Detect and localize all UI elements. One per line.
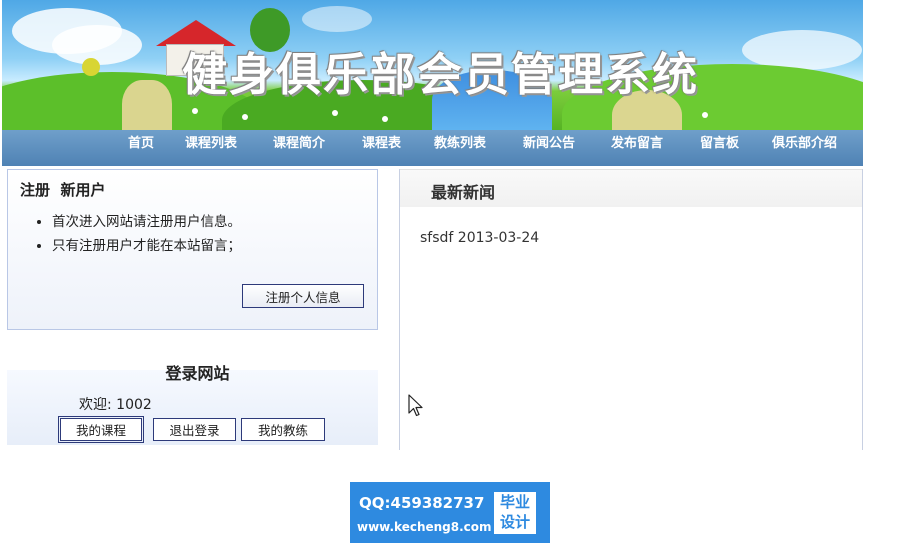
- login-panel: 登录网站 欢迎: 1002 我的课程 退出登录 我的教练: [7, 364, 378, 445]
- nav-item-home[interactable]: 首页: [128, 130, 154, 166]
- login-title: 登录网站: [165, 364, 230, 383]
- nav-item-coach-list[interactable]: 教练列表: [434, 130, 486, 166]
- nav-item-course-intro[interactable]: 课程简介: [273, 130, 325, 166]
- my-coach-button[interactable]: 我的教练: [241, 418, 325, 441]
- nav-item-post-message[interactable]: 发布留言: [611, 130, 663, 166]
- news-item[interactable]: sfsdf 2013-03-24: [420, 230, 539, 246]
- mouse-pointer-icon: [408, 394, 423, 417]
- welcome-text: 欢迎: 1002: [79, 397, 152, 413]
- flower-decoration: [702, 112, 708, 118]
- main-nav: 首页 课程列表 课程简介 课程表 教练列表 新闻公告 发布留言 留言板 俱乐部介…: [2, 130, 863, 166]
- news-title: 最新新闻: [431, 183, 496, 202]
- nav-item-message-board[interactable]: 留言板: [700, 130, 739, 166]
- my-courses-button[interactable]: 我的课程: [58, 416, 144, 443]
- nav-item-course-list[interactable]: 课程列表: [185, 130, 237, 166]
- watermark-banner: QQ:459382737 www.kecheng8.com 毕业 设计: [350, 482, 550, 543]
- news-panel: 最新新闻 sfsdf 2013-03-24: [399, 169, 863, 450]
- register-panel: 注册 新用户 首次进入网站请注册用户信息。 只有注册用户才能在本站留言； 注册个…: [7, 169, 378, 330]
- site-banner: 健身俱乐部会员管理系统: [2, 0, 863, 130]
- register-tip: 首次进入网站请注册用户信息。: [52, 210, 241, 234]
- nav-item-news[interactable]: 新闻公告: [523, 130, 575, 166]
- nav-item-schedule[interactable]: 课程表: [362, 130, 401, 166]
- logout-button[interactable]: 退出登录: [153, 418, 236, 441]
- register-tip: 只有注册用户才能在本站留言；: [52, 234, 241, 258]
- watermark-badge-line: 毕业: [499, 493, 530, 511]
- register-tips-list: 首次进入网站请注册用户信息。 只有注册用户才能在本站留言；: [34, 210, 241, 258]
- register-info-button[interactable]: 注册个人信息: [242, 284, 364, 308]
- path-decoration: [122, 80, 172, 130]
- watermark-site: www.kecheng8.com: [357, 520, 492, 534]
- flower-decoration: [382, 116, 388, 122]
- flower-decoration: [192, 108, 198, 114]
- news-header: 最新新闻: [400, 169, 862, 207]
- cloud-decoration: [302, 6, 372, 32]
- cloud-decoration: [52, 25, 142, 65]
- tree-decoration: [82, 58, 100, 76]
- watermark-badge: 毕业 设计: [494, 492, 536, 534]
- watermark-badge-line: 设计: [499, 513, 530, 531]
- watermark-qq: QQ:459382737: [359, 494, 485, 512]
- nav-item-club-intro[interactable]: 俱乐部介绍: [772, 130, 837, 166]
- site-title: 健身俱乐部会员管理系统: [182, 48, 700, 101]
- flower-decoration: [332, 110, 338, 116]
- flower-decoration: [242, 114, 248, 120]
- register-title: 注册 新用户: [20, 181, 106, 199]
